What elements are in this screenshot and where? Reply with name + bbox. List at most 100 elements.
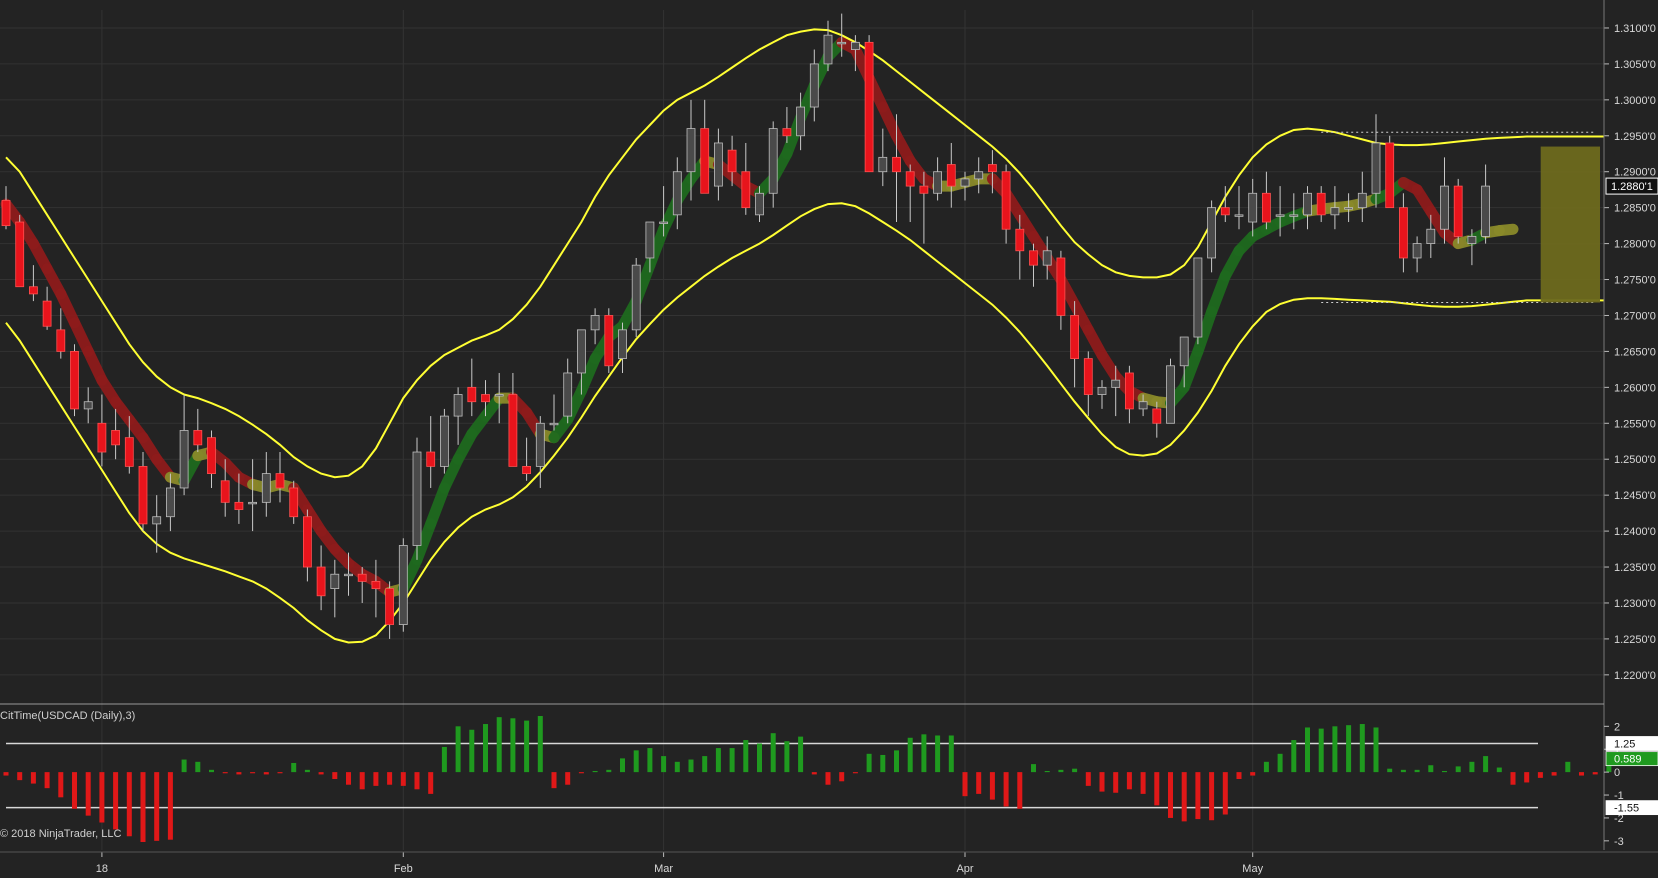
candle-body[interactable] — [1440, 185, 1449, 230]
candle-body[interactable] — [453, 394, 463, 417]
candle-body[interactable] — [1467, 236, 1477, 244]
candle-body[interactable] — [234, 501, 244, 510]
candle-body[interactable] — [1426, 228, 1436, 244]
candle-body[interactable] — [1097, 386, 1107, 395]
candle-body[interactable] — [755, 192, 764, 216]
candle-body[interactable] — [412, 451, 422, 546]
candle-body[interactable] — [892, 156, 901, 173]
candle-body[interactable] — [1166, 365, 1175, 424]
candle-body[interactable] — [618, 329, 627, 359]
candle-body[interactable] — [426, 451, 436, 467]
candle-body[interactable] — [398, 545, 408, 625]
candle-body[interactable] — [919, 185, 929, 194]
candle-body[interactable] — [1056, 257, 1066, 316]
candle-body[interactable] — [1481, 185, 1490, 237]
candle-body[interactable] — [124, 437, 134, 467]
candle-body[interactable] — [1357, 192, 1367, 209]
candle-body[interactable] — [152, 516, 162, 525]
candle-body[interactable] — [289, 487, 299, 518]
candle-body[interactable] — [960, 178, 970, 187]
price-chart[interactable]: 1.3100'0 1.3050'0 1.3000'0 1.2950'0 1.2900'0… — [0, 0, 1658, 878]
candle-body[interactable] — [193, 430, 203, 446]
candle-body[interactable] — [1385, 142, 1395, 209]
candle-body[interactable] — [467, 386, 477, 403]
candle-body[interactable] — [28, 286, 38, 295]
candle-body[interactable] — [933, 171, 942, 194]
candle-body[interactable] — [796, 106, 805, 137]
candle-body[interactable] — [700, 128, 710, 194]
candle-body[interactable] — [535, 422, 545, 467]
candle-body[interactable] — [809, 63, 819, 108]
candle-body[interactable] — [494, 394, 504, 397]
candle-body[interactable] — [768, 128, 778, 194]
candle-body[interactable] — [1399, 207, 1408, 259]
candle-body[interactable] — [1029, 250, 1038, 266]
candle-body[interactable] — [590, 315, 600, 331]
candle-body[interactable] — [1248, 192, 1258, 223]
candle-body[interactable] — [1207, 207, 1216, 259]
candle-body[interactable] — [1042, 250, 1052, 266]
candle-body[interactable] — [714, 142, 723, 187]
candle-body[interactable] — [1344, 207, 1353, 210]
candle-body[interactable] — [275, 473, 285, 489]
candle-body[interactable] — [179, 430, 189, 489]
candle-body[interactable] — [261, 473, 271, 503]
candle-body[interactable] — [1316, 192, 1326, 216]
candle-body[interactable] — [111, 430, 120, 446]
candle-body[interactable] — [782, 128, 792, 137]
candle-body[interactable] — [1138, 401, 1148, 410]
candle-body[interactable] — [344, 573, 353, 577]
candle-body[interactable] — [1220, 207, 1230, 216]
candle-body[interactable] — [1070, 315, 1079, 359]
candle-body[interactable] — [302, 516, 312, 568]
candle-body[interactable] — [1289, 214, 1299, 217]
candle-body[interactable] — [70, 351, 79, 410]
candle-body[interactable] — [988, 164, 997, 173]
candle-body[interactable] — [1412, 243, 1422, 259]
candle-body[interactable] — [1111, 379, 1121, 388]
candle-body[interactable] — [316, 566, 326, 597]
candle-body[interactable] — [604, 315, 614, 367]
candle-body[interactable] — [672, 171, 682, 216]
candle-body[interactable] — [659, 221, 668, 224]
candle-body[interactable] — [138, 466, 148, 525]
candle-body[interactable] — [439, 415, 449, 467]
candle-body[interactable] — [522, 466, 531, 474]
candle-body[interactable] — [97, 422, 107, 453]
candle-body[interactable] — [837, 41, 847, 45]
candle-body[interactable] — [741, 171, 751, 209]
candle-body[interactable] — [1275, 214, 1285, 217]
candle-body[interactable] — [1125, 372, 1134, 410]
candle-body[interactable] — [1001, 171, 1011, 230]
candle-body[interactable] — [1015, 228, 1025, 252]
candle-body[interactable] — [1453, 185, 1463, 237]
candle-body[interactable] — [1262, 192, 1271, 223]
candle-body[interactable] — [165, 487, 175, 518]
candle-body[interactable] — [357, 573, 367, 582]
candle-body[interactable] — [577, 329, 586, 374]
candle-body[interactable] — [1, 200, 11, 227]
candle-body[interactable] — [220, 480, 230, 503]
candle-body[interactable] — [42, 300, 52, 327]
candle-body[interactable] — [1083, 358, 1093, 395]
candle-body[interactable] — [371, 581, 381, 589]
candle-body[interactable] — [1234, 214, 1244, 217]
candle-body[interactable] — [508, 394, 518, 467]
candle-body[interactable] — [549, 422, 559, 426]
candle-body[interactable] — [1303, 192, 1312, 216]
candle-body[interactable] — [15, 221, 25, 288]
candle-body[interactable] — [974, 171, 984, 180]
candle-body[interactable] — [1193, 257, 1203, 338]
candle-body[interactable] — [1371, 142, 1381, 194]
candle-body[interactable] — [686, 128, 696, 173]
candle-body[interactable] — [1179, 336, 1189, 367]
candle-body[interactable] — [207, 437, 216, 474]
candle-body[interactable] — [385, 588, 395, 625]
candle-body[interactable] — [645, 221, 655, 259]
candle-body[interactable] — [905, 171, 915, 187]
candle-body[interactable] — [56, 329, 66, 352]
candle-body[interactable] — [330, 573, 340, 589]
candle-body[interactable] — [83, 401, 93, 410]
candle-body[interactable] — [851, 41, 860, 50]
candle-body[interactable] — [864, 41, 874, 173]
